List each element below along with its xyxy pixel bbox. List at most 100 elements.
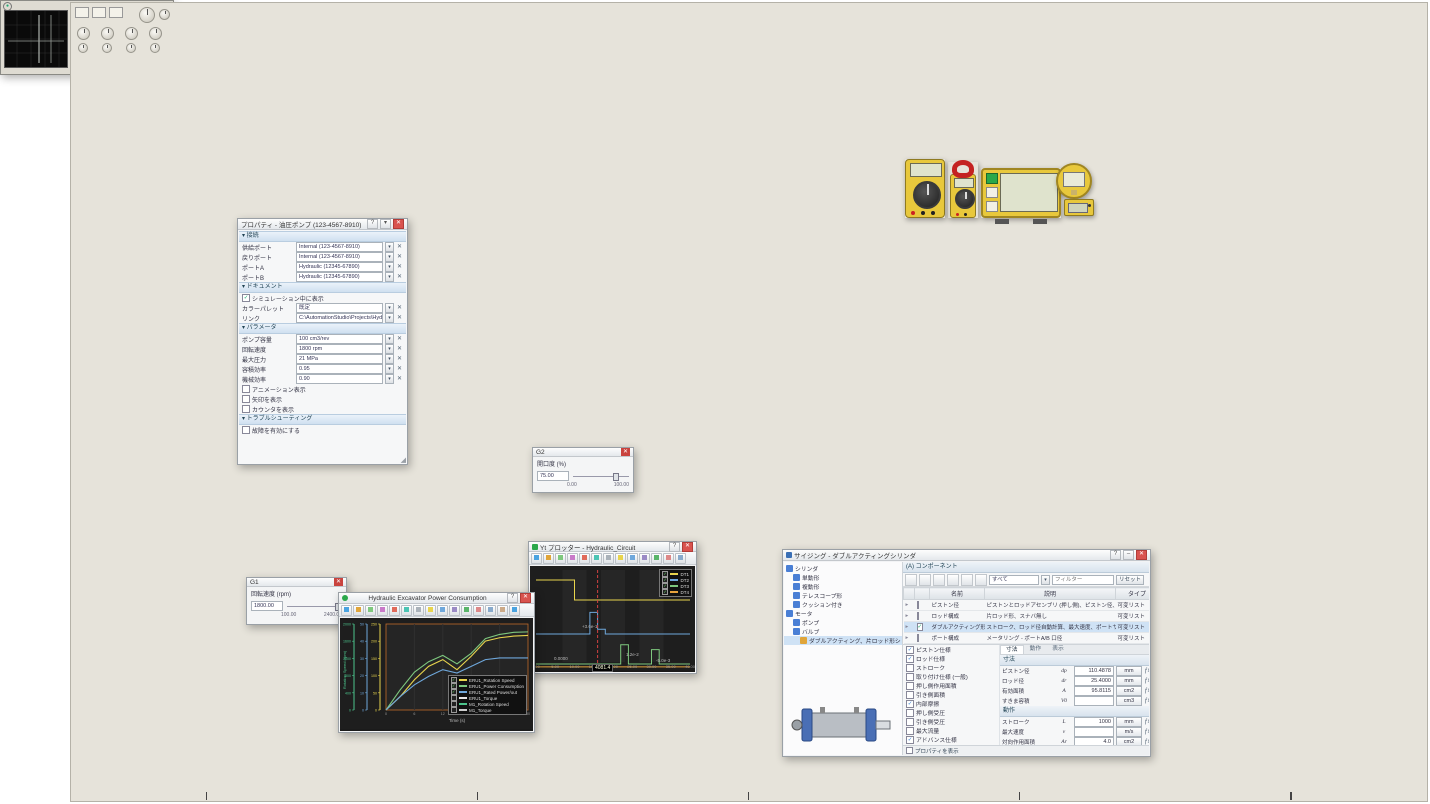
sizing-check-item[interactable]: ✓ロッド仕様 <box>903 654 999 663</box>
dropdown-caret-icon[interactable]: ▾ <box>385 344 394 354</box>
signal-plotter-help-icon[interactable]: ? <box>669 542 680 552</box>
fx-icon[interactable]: ƒx <box>1144 687 1149 695</box>
plot-tool-icon[interactable] <box>543 553 554 564</box>
plot-tool-icon[interactable] <box>579 553 590 564</box>
unit-dropdown[interactable]: mm <box>1116 676 1142 686</box>
table-column-header[interactable]: 説明 <box>985 588 1116 600</box>
scope-ch4-volt-knob[interactable] <box>149 27 162 40</box>
sizing-tree-item[interactable]: モータ <box>784 609 902 618</box>
property-value-input[interactable]: 0.95 <box>296 364 383 374</box>
sizing-tree-item[interactable]: クッション付き <box>784 600 902 609</box>
checkbox-icon[interactable]: ✓ <box>242 294 250 302</box>
fx-icon[interactable]: ƒx <box>1144 667 1149 675</box>
clear-icon[interactable]: ✕ <box>396 375 403 383</box>
row-checkbox[interactable] <box>917 612 919 620</box>
sizing-check-item[interactable]: ✓ピストン仕様 <box>903 645 999 654</box>
clear-icon[interactable]: ✕ <box>396 355 403 363</box>
multimeter-instrument[interactable] <box>905 159 945 218</box>
sizing-search-input[interactable] <box>1052 575 1114 585</box>
sizing-tree-item[interactable]: ダブルアクティング、片ロッド形シリンダ <box>784 636 902 645</box>
legend-checkbox[interactable] <box>451 707 457 713</box>
plot-tool-icon[interactable] <box>651 553 662 564</box>
property-value-input[interactable]: 既定 <box>296 303 383 313</box>
row-checkbox[interactable]: ✓ <box>917 623 924 631</box>
checkbox-icon[interactable] <box>242 426 250 434</box>
checkbox-icon[interactable] <box>242 395 250 403</box>
checkbox-row[interactable]: 矢印を表示 <box>239 394 406 404</box>
table-column-header[interactable] <box>904 588 915 600</box>
dropdown-caret-icon[interactable]: ▾ <box>385 364 394 374</box>
sizing-check-item[interactable]: 引き側面積 <box>903 690 999 699</box>
component-table-row[interactable]: ▸ロッド構成片ロッド形、スナバ無し可変リスト <box>904 611 1150 622</box>
checkbox-icon[interactable]: ✓ <box>906 700 914 708</box>
sizing-help-icon[interactable]: ? <box>1110 550 1121 560</box>
plot-tool-icon[interactable] <box>627 553 638 564</box>
dropdown-caret-icon[interactable]: ▾ <box>385 354 394 364</box>
dropdown-caret-icon[interactable]: ▾ <box>385 262 394 272</box>
clear-icon[interactable]: ✕ <box>396 243 403 251</box>
parameter-value-input[interactable]: 1000 <box>1074 717 1114 727</box>
sizing-check-item[interactable]: ✓アドバンス仕様 <box>903 735 999 744</box>
table-column-header[interactable]: 名前 <box>930 588 985 600</box>
speed-dialog-title-bar[interactable]: G1 ✕ <box>247 578 346 587</box>
checkbox-icon[interactable] <box>242 385 250 393</box>
plot-tool-icon[interactable] <box>567 553 578 564</box>
sizing-tab-表示[interactable]: 表示 <box>1047 645 1069 654</box>
unit-dropdown[interactable]: mm <box>1116 717 1142 727</box>
sizing-tree-item[interactable]: テレスコープ形 <box>784 591 902 600</box>
checkbox-icon[interactable] <box>906 727 914 735</box>
sizing-minimize-icon[interactable]: – <box>1123 550 1134 560</box>
sizing-tree-item[interactable]: シリンダ <box>784 564 902 573</box>
clear-icon[interactable]: ✕ <box>396 273 403 281</box>
fx-icon[interactable]: ƒx <box>1144 718 1149 726</box>
scope-ch2-pos-knob[interactable] <box>102 43 112 53</box>
dropdown-caret-icon[interactable]: ▾ <box>1041 575 1050 585</box>
sizing-check-item[interactable]: 押し側受圧 <box>903 708 999 717</box>
speed-dialog-close-icon[interactable]: ✕ <box>334 578 343 586</box>
unit-dropdown[interactable]: mm <box>1116 666 1142 676</box>
clamp-meter-instrument[interactable] <box>948 162 978 218</box>
sizing-tree-item[interactable]: バルブ <box>784 627 902 636</box>
plot-tool-icon[interactable] <box>555 553 566 564</box>
checkbox-row[interactable]: 故障を有効にする <box>239 425 406 435</box>
sizing-tool-icon[interactable] <box>905 574 917 586</box>
section-header[interactable]: ▾ ドキュメント <box>239 282 406 293</box>
sizing-tree-item[interactable]: 複動形 <box>784 582 902 591</box>
unit-dropdown[interactable]: cm2 <box>1116 686 1142 696</box>
checkbox-icon[interactable] <box>906 718 914 726</box>
scope-ch1-volt-knob[interactable] <box>77 27 90 40</box>
plot-tool-icon[interactable] <box>591 553 602 564</box>
checkbox-row[interactable]: カウンタを表示 <box>239 404 406 414</box>
plot-tool-icon[interactable] <box>449 605 460 616</box>
section-header[interactable]: ▾ パラメータ <box>239 323 406 334</box>
sizing-close-icon[interactable]: ✕ <box>1136 550 1147 560</box>
plot-tool-icon[interactable] <box>377 605 388 616</box>
table-column-header[interactable]: タイプ <box>1116 588 1150 600</box>
sizing-tool-icon[interactable] <box>933 574 945 586</box>
opening-dialog-title-bar[interactable]: G2 ✕ <box>533 448 633 457</box>
sizing-check-item[interactable]: ストローク <box>903 663 999 672</box>
checkbox-icon[interactable] <box>906 682 914 690</box>
plot-tool-icon[interactable] <box>485 605 496 616</box>
properties-pin-icon[interactable]: ▾ <box>380 219 391 229</box>
properties-close-icon[interactable]: ✕ <box>393 219 404 229</box>
scope-button[interactable] <box>75 7 89 18</box>
scope-slider[interactable] <box>1019 792 1020 800</box>
unit-dropdown[interactable]: m/s <box>1116 727 1142 737</box>
property-value-input[interactable]: 0.90 <box>296 374 383 384</box>
parameter-value-input[interactable]: 25.4000 <box>1074 676 1114 686</box>
power-plotter-help-icon[interactable]: ? <box>507 593 518 603</box>
scope-slider[interactable] <box>477 792 478 800</box>
sizing-tree-item[interactable]: ポンプ <box>784 618 902 627</box>
panel-meter-button[interactable] <box>986 187 998 198</box>
opening-dialog-close-icon[interactable]: ✕ <box>621 448 630 456</box>
parameter-value-input[interactable] <box>1074 696 1114 706</box>
property-value-input[interactable]: Hydraulic (12345-67890) <box>296 262 383 272</box>
legend-checkbox[interactable]: ✓ <box>662 589 668 595</box>
checkbox-icon[interactable] <box>906 664 914 672</box>
scope-button[interactable] <box>92 7 106 18</box>
signal-plotter-close-icon[interactable]: ✕ <box>682 542 693 552</box>
scope-timebase-knob[interactable] <box>139 7 155 23</box>
power-plotter-title-bar[interactable]: Hydraulic Excavator Power Consumption ? … <box>339 593 534 604</box>
scope-slider[interactable] <box>748 792 749 800</box>
